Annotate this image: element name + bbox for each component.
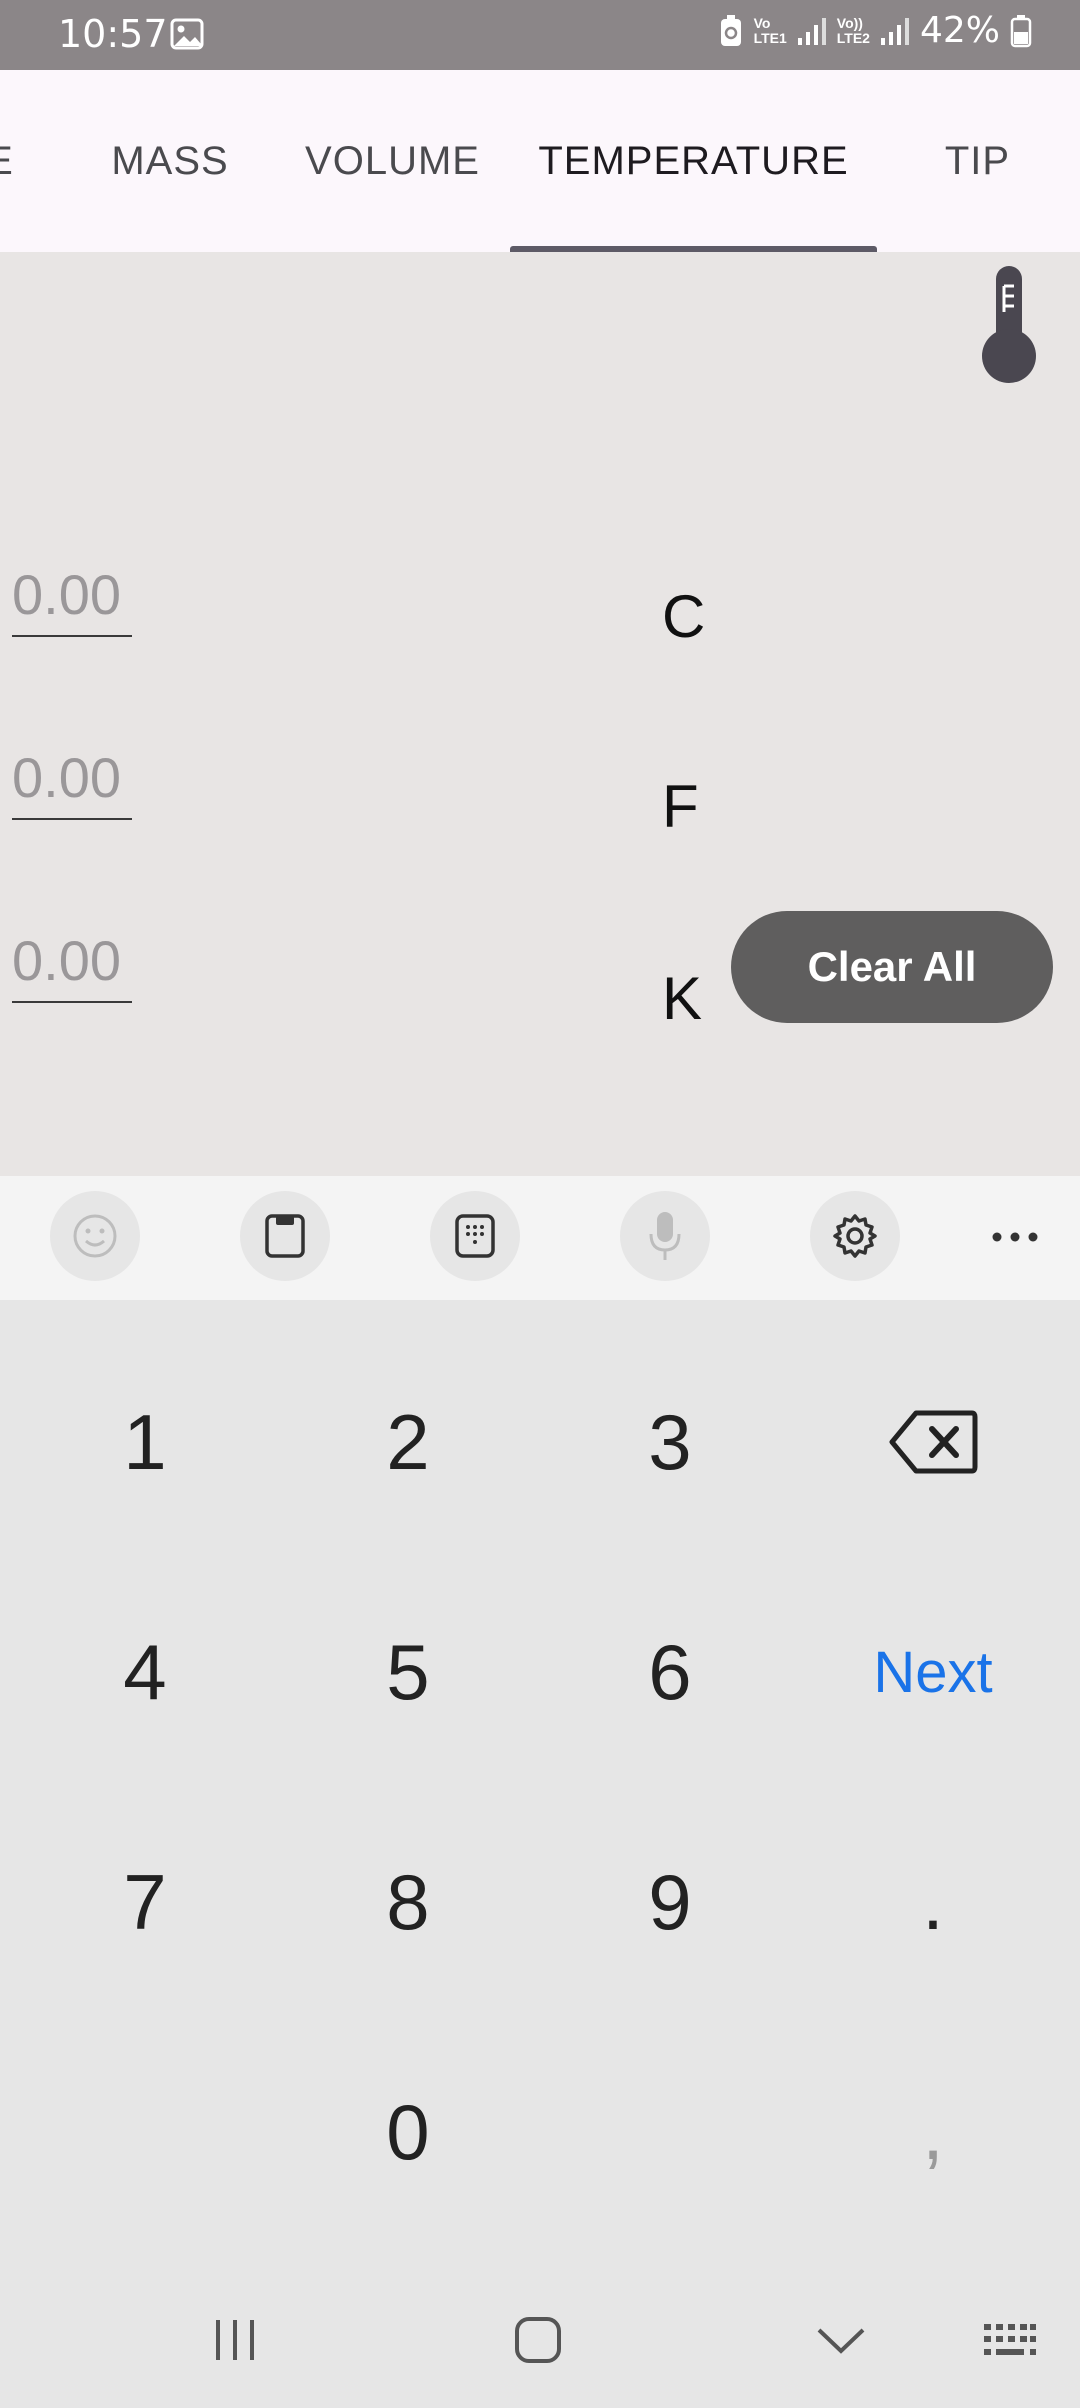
numeric-keypad: 1 2 3 4 5 6 Next 7 8 9 . 0 , [0, 1300, 1080, 2270]
battery-icon [1010, 14, 1032, 47]
key-2[interactable]: 2 [298, 1352, 518, 1532]
kelvin-input[interactable]: 0.00 [12, 928, 132, 1003]
emoji-button[interactable] [50, 1191, 140, 1281]
gallery-notification-icon [170, 18, 204, 50]
tab-partial[interactable]: E [0, 70, 20, 252]
home-icon [515, 2317, 561, 2363]
key-1[interactable]: 1 [35, 1352, 255, 1532]
status-bar: 10:57 Vo LTE1 Vo)) LTE2 42% [0, 0, 1080, 70]
tab-temperature[interactable]: TEMPERATURE [510, 70, 877, 252]
next-key[interactable]: Next [823, 1582, 1043, 1762]
numpad-icon [455, 1214, 495, 1258]
fahrenheit-input[interactable]: 0.00 [12, 745, 132, 820]
emoji-icon [73, 1214, 117, 1258]
clipboard-button[interactable] [240, 1191, 330, 1281]
clipboard-icon [265, 1214, 305, 1258]
signal-1-icon [797, 17, 826, 45]
celsius-unit: C [662, 583, 706, 650]
converter-panel: 0.00 C 0.00 F 0.00 K [0, 252, 1080, 1176]
celsius-input[interactable]: 0.00 [12, 562, 132, 637]
navigation-bar [0, 2270, 1080, 2408]
keyboard-switch-button[interactable] [965, 2310, 1055, 2370]
network-1-label: Vo LTE1 [753, 14, 787, 46]
hide-keyboard-button[interactable] [796, 2310, 886, 2370]
keyboard-toolbar [0, 1176, 1080, 1300]
home-button[interactable] [493, 2310, 583, 2370]
recent-apps-button[interactable] [190, 2310, 280, 2370]
key-5[interactable]: 5 [298, 1582, 518, 1762]
key-0[interactable]: 0 [298, 2042, 518, 2222]
key-4[interactable]: 4 [35, 1582, 255, 1762]
keyboard-icon [984, 2324, 1036, 2355]
tab-bar: E MASS VOLUME TEMPERATURE TIP [0, 70, 1080, 252]
more-icon [992, 1232, 1038, 1242]
kelvin-row: 0.00 [12, 928, 132, 1003]
status-time: 10:57 [58, 12, 168, 56]
chevron-down-icon [817, 2328, 865, 2354]
backspace-key[interactable] [823, 1352, 1043, 1532]
tab-mass[interactable]: MASS [80, 70, 260, 252]
thermometer-icon [982, 266, 1036, 383]
celsius-row: 0.00 [12, 562, 132, 637]
signal-2-icon [880, 17, 909, 45]
voice-input-button[interactable] [620, 1191, 710, 1281]
keyboard-settings-button[interactable] [810, 1191, 900, 1281]
recent-apps-icon [216, 2320, 254, 2360]
key-3[interactable]: 3 [560, 1352, 780, 1532]
numpad-button[interactable] [430, 1191, 520, 1281]
fahrenheit-unit: F [662, 773, 699, 840]
tab-volume[interactable]: VOLUME [290, 70, 495, 252]
comma-key[interactable]: , [823, 2042, 1043, 2222]
key-9[interactable]: 9 [560, 1812, 780, 1992]
clear-all-button[interactable]: Clear All [731, 911, 1053, 1023]
microphone-icon [649, 1212, 681, 1260]
battery-percentage: 42% [919, 10, 1000, 51]
key-7[interactable]: 7 [35, 1812, 255, 1992]
status-right: Vo LTE1 Vo)) LTE2 42% [718, 10, 1032, 51]
battery-saver-icon [720, 14, 741, 46]
settings-icon [833, 1214, 877, 1258]
key-8[interactable]: 8 [298, 1812, 518, 1992]
kelvin-unit: K [662, 965, 703, 1032]
network-2-label: Vo)) LTE2 [836, 14, 870, 46]
decimal-key[interactable]: . [823, 1812, 1043, 1992]
backspace-icon [889, 1410, 978, 1474]
fahrenheit-row: 0.00 [12, 745, 132, 820]
tab-tip[interactable]: TIP [920, 70, 1035, 252]
more-options-button[interactable] [985, 1212, 1045, 1262]
key-6[interactable]: 6 [560, 1582, 780, 1762]
